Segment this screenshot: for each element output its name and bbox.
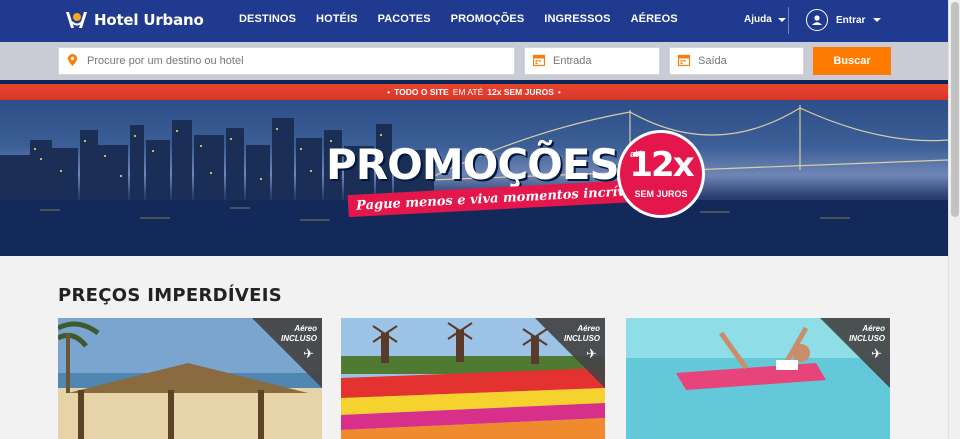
ribbon-mid: EM ATÉ: [452, 87, 484, 97]
top-navigation-bar: Hotel Urbano DESTINOS HOTÉIS PACOTES PRO…: [0, 0, 948, 42]
deal-card-beach[interactable]: Aéreo INCLUSO ✈: [58, 318, 322, 439]
ribbon-bullet: •: [557, 87, 561, 97]
vertical-scrollbar[interactable]: [948, 0, 960, 439]
deal-card-pool[interactable]: Aéreo INCLUSO ✈: [626, 318, 890, 439]
page: Hotel Urbano DESTINOS HOTÉIS PACOTES PRO…: [0, 0, 948, 439]
promo-title: PROMOÇÕES: [326, 140, 620, 189]
nav-destinos[interactable]: DESTINOS: [239, 13, 296, 25]
brand-name: Hotel Urbano: [94, 11, 204, 29]
brand-logo[interactable]: Hotel Urbano: [64, 9, 204, 31]
header-divider: [788, 7, 789, 34]
air-included-label: Aéreo INCLUSO: [849, 324, 885, 344]
badge-number: 12x: [629, 145, 694, 185]
chevron-down-icon: [873, 18, 882, 22]
logo-icon: [64, 9, 90, 31]
airplane-icon: ✈: [586, 346, 597, 361]
scrollbar-thumb[interactable]: [951, 2, 959, 217]
checkout-placeholder: Saída: [698, 55, 727, 67]
air-included-line2: INCLUSO: [849, 334, 885, 343]
nav-pacotes[interactable]: PACOTES: [378, 13, 431, 25]
air-included-line1: Aéreo: [862, 324, 885, 333]
section-title: PREÇOS IMPERDÍVEIS: [58, 285, 282, 306]
checkin-date-field[interactable]: Entrada: [524, 47, 660, 75]
airplane-icon: ✈: [871, 346, 882, 361]
help-label: Ajuda: [744, 14, 772, 25]
checkout-date-field[interactable]: Saída: [669, 47, 804, 75]
search-button[interactable]: Buscar: [813, 47, 891, 75]
ribbon-strong: 12x SEM JUROS: [487, 87, 554, 97]
air-included-label: Aéreo INCLUSO: [564, 324, 600, 344]
nav-hoteis[interactable]: HOTÉIS: [316, 13, 358, 25]
deal-card-tulips[interactable]: Aéreo INCLUSO ✈: [341, 318, 605, 439]
user-icon: [806, 9, 828, 31]
calendar-icon: [532, 54, 546, 69]
installments-badge: até 12x SEM JUROS: [617, 130, 705, 218]
air-included-line1: Aéreo: [577, 324, 600, 333]
main-nav: DESTINOS HOTÉIS PACOTES PROMOÇÕES INGRES…: [239, 13, 698, 25]
installments-ribbon: • TODO O SITE EM ATÉ 12x SEM JUROS •: [0, 84, 948, 100]
badge-sem-juros: SEM JUROS: [634, 189, 688, 199]
calendar-icon: [677, 54, 691, 69]
search-bar: Procure por um destino ou hotel Entrada: [0, 42, 948, 80]
airplane-icon: ✈: [303, 346, 314, 361]
ribbon-pre: TODO O SITE: [394, 87, 449, 97]
help-menu[interactable]: Ajuda: [744, 14, 786, 25]
nav-promocoes[interactable]: PROMOÇÕES: [451, 13, 525, 25]
nav-aereos[interactable]: AÉREOS: [631, 13, 678, 25]
login-menu[interactable]: Entrar: [806, 9, 882, 31]
air-included-line2: INCLUSO: [281, 334, 317, 343]
destination-placeholder: Procure por um destino ou hotel: [87, 55, 244, 67]
login-label: Entrar: [836, 14, 866, 26]
chevron-down-icon: [777, 17, 786, 22]
nav-ingressos[interactable]: INGRESSOS: [544, 13, 610, 25]
air-included-label: Aéreo INCLUSO: [281, 324, 317, 344]
checkin-placeholder: Entrada: [553, 55, 592, 67]
air-included-line2: INCLUSO: [564, 334, 600, 343]
ribbon-bullet: •: [387, 87, 391, 97]
destination-search-input[interactable]: Procure por um destino ou hotel: [58, 47, 515, 75]
air-included-line1: Aéreo: [294, 324, 317, 333]
location-pin-icon: [68, 53, 77, 69]
